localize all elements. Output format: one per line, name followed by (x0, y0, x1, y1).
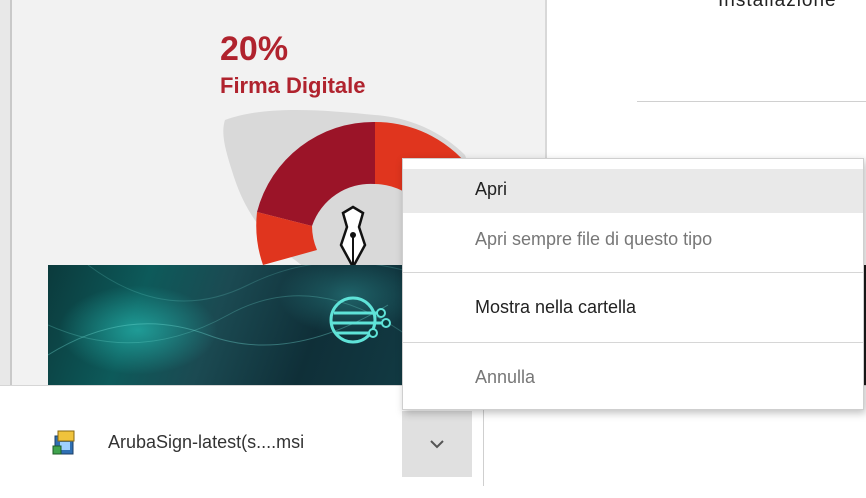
chevron-down-icon (430, 440, 444, 449)
menu-separator (403, 342, 863, 343)
download-options-button[interactable] (402, 411, 472, 477)
menu-item-label: Mostra nella cartella (475, 297, 637, 317)
right-panel-heading: Installazione (718, 0, 837, 11)
infographic-label: Firma Digitale (220, 73, 366, 98)
menu-separator (403, 272, 863, 273)
menu-item-cancel: Annulla (403, 357, 863, 401)
promo-banner-image (48, 265, 420, 385)
right-panel-divider (637, 101, 866, 102)
download-file-name[interactable]: ArubaSign-latest(s....msi (108, 432, 304, 453)
banner-network-graphic (48, 265, 420, 356)
infographic-percent: 20% (220, 30, 289, 68)
menu-item-label: Annulla (475, 367, 536, 387)
menu-item-open[interactable]: Apri (403, 169, 863, 213)
page-left-edge (0, 0, 12, 385)
download-separator (483, 410, 484, 486)
menu-item-label: Apri (475, 179, 508, 199)
menu-item-always-open: Apri sempre file di questo tipo (403, 219, 863, 263)
menu-item-label: Apri sempre file di questo tipo (475, 229, 713, 249)
msi-installer-icon (52, 430, 75, 455)
menu-item-show-in-folder[interactable]: Mostra nella cartella (403, 287, 863, 331)
download-context-menu: Apri Apri sempre file di questo tipo Mos… (402, 158, 864, 410)
